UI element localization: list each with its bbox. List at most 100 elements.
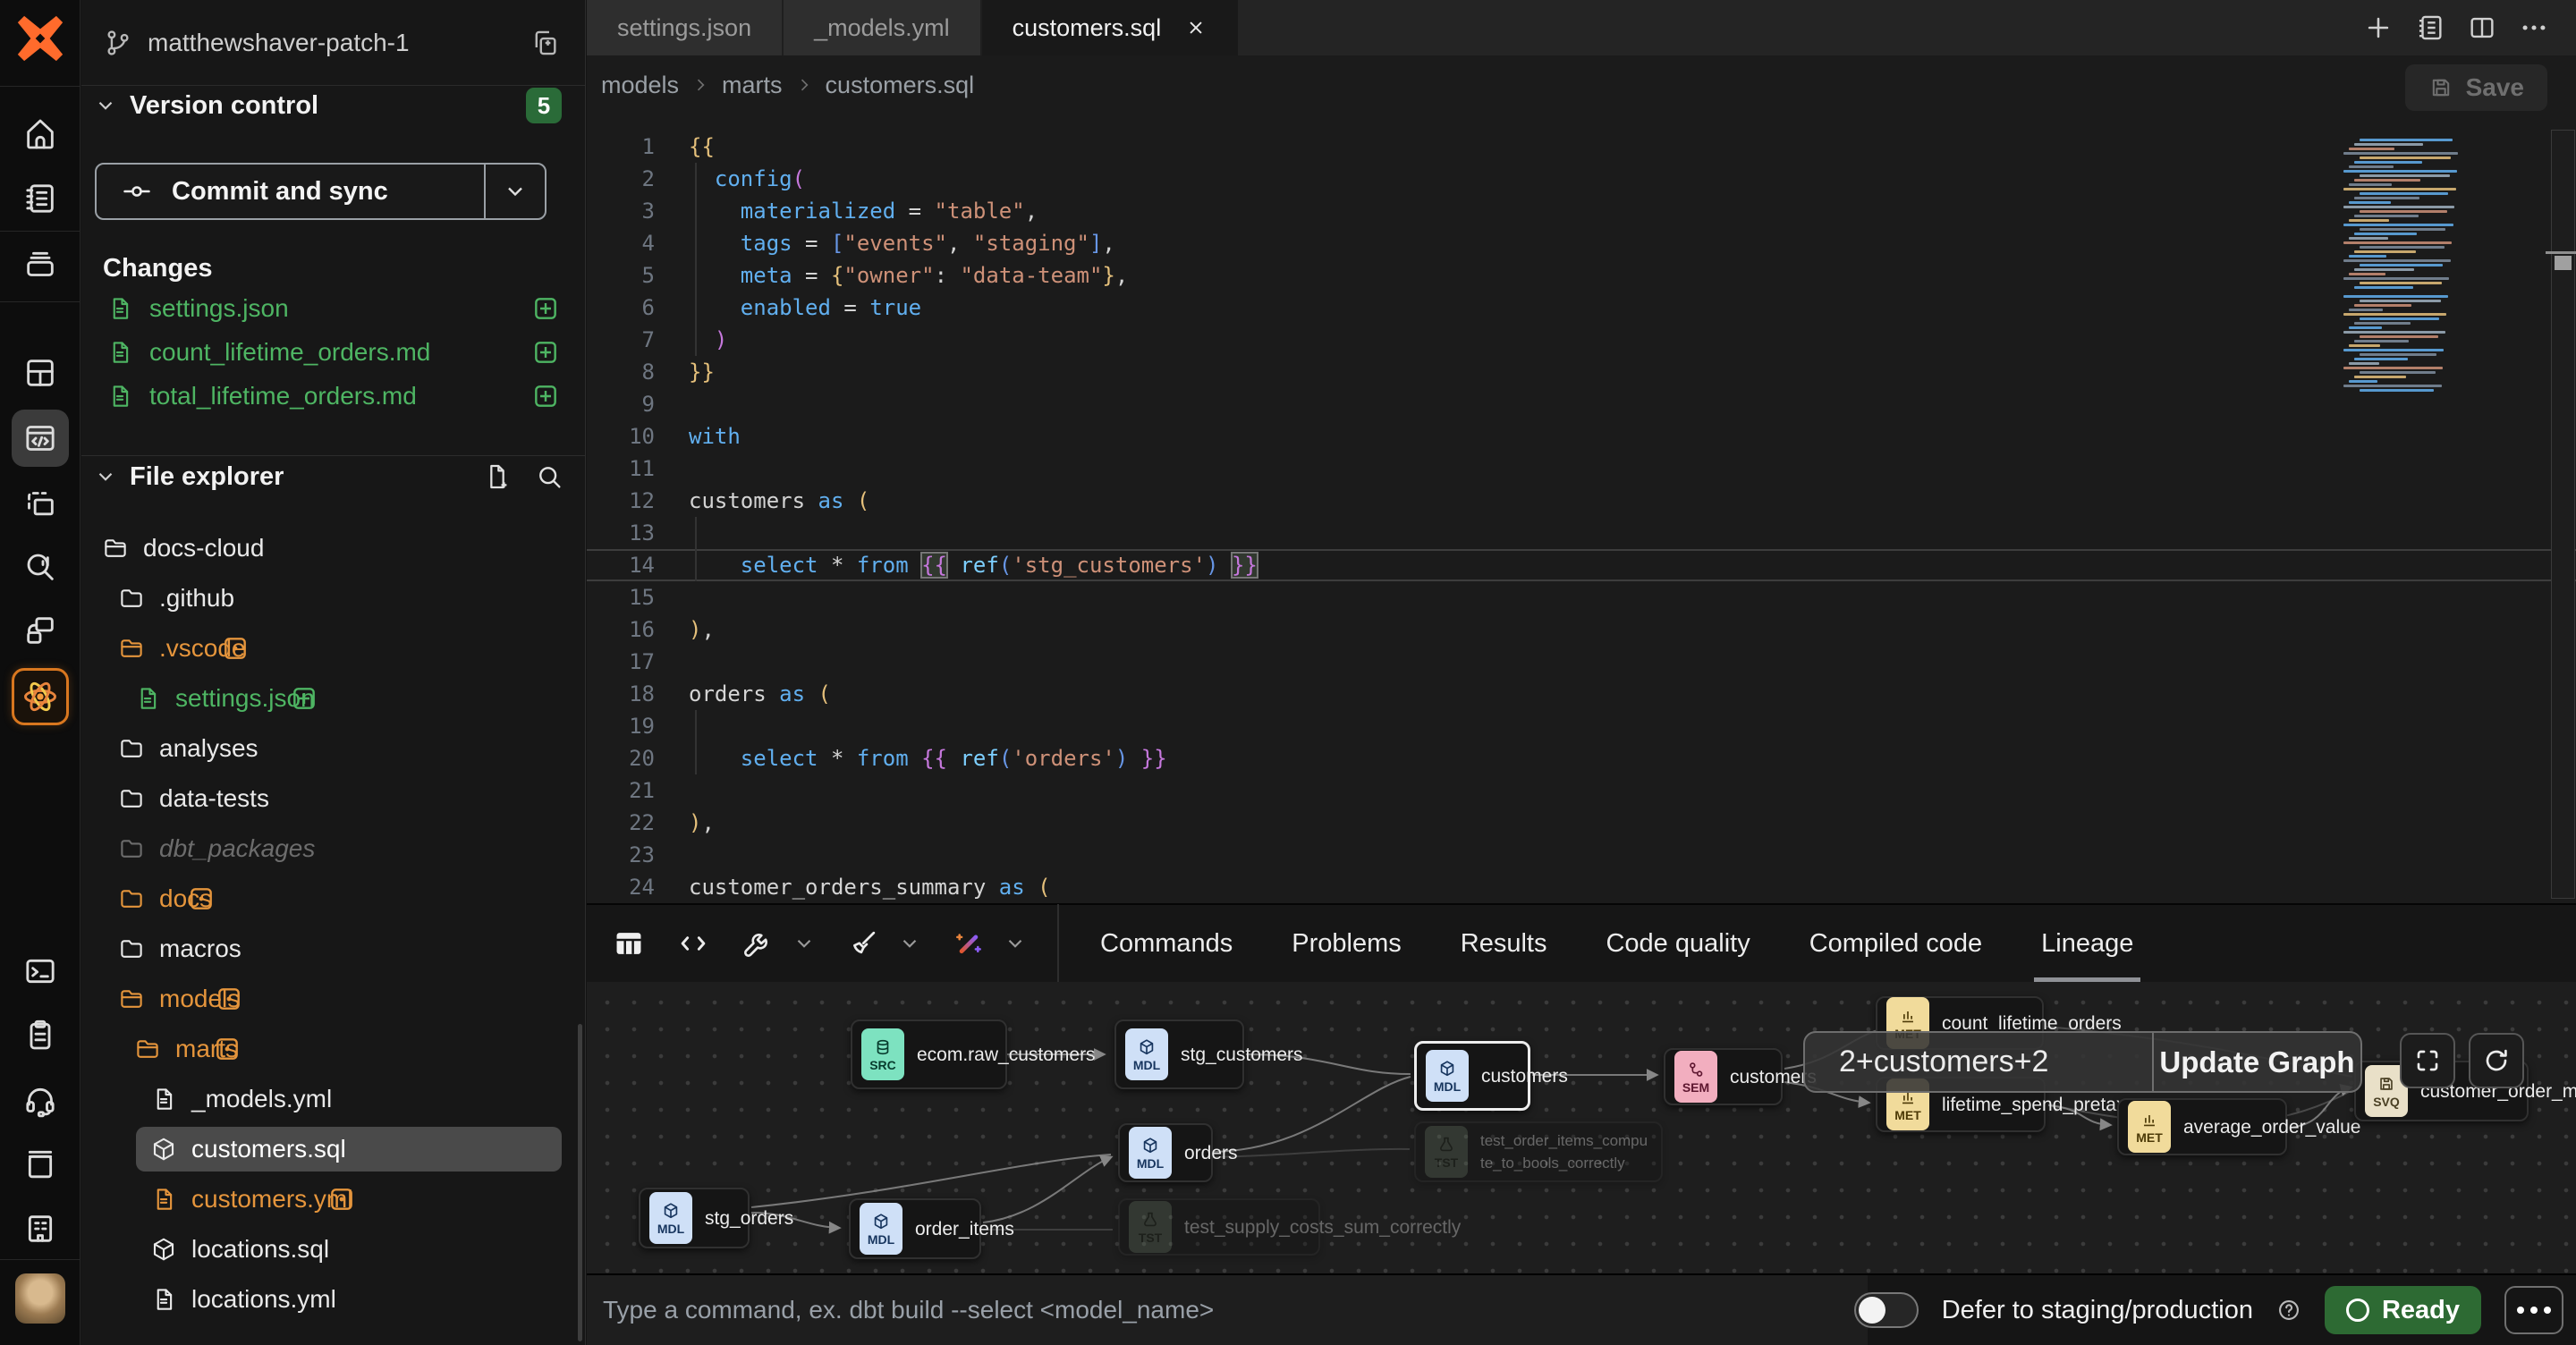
panel-tool-lint-broom-chevron[interactable]	[898, 932, 921, 955]
defer-toggle[interactable]	[1854, 1292, 1919, 1328]
close-tab-icon[interactable]	[1184, 16, 1208, 39]
tab-settings-json[interactable]: settings.json	[587, 0, 784, 55]
tab--models-yml[interactable]: _models.yml	[784, 0, 982, 55]
dbt-logo-icon[interactable]	[14, 13, 66, 64]
notebook-panel-icon[interactable]	[2415, 13, 2445, 43]
lineage-node-stg_orders[interactable]: MDLstg_orders	[639, 1188, 750, 1248]
lineage-node-stg_customers[interactable]: MDLstg_customers	[1114, 1019, 1244, 1089]
code-editor[interactable]: 1{{2 config(3 materialized = "table",4 t…	[587, 114, 2576, 903]
lineage-node-test_order_items[interactable]: TSTtest_order_items_compute_to_bools​_co…	[1414, 1121, 1663, 1182]
rail-item-clipboard[interactable]	[12, 1006, 69, 1063]
tree-item-customers-sql[interactable]: customers.sql	[81, 1127, 585, 1172]
tree-item--vscode[interactable]: .vscode	[81, 626, 585, 671]
panel-tab-compiled-code[interactable]: Compiled code	[1809, 904, 1982, 983]
more-options-icon[interactable]	[2519, 13, 2549, 43]
panel-tab-problems[interactable]: Problems	[1292, 904, 1402, 983]
copy-branch-icon[interactable]	[530, 28, 560, 58]
lineage-node-ecom_raw_customers[interactable]: SRCecom.raw_customers	[851, 1019, 1007, 1089]
save-button[interactable]: Save	[2405, 64, 2547, 111]
tree-item-locations-sql[interactable]: locations.sql	[81, 1227, 585, 1272]
split-editor-icon[interactable]	[2467, 13, 2497, 43]
commit-and-sync-button[interactable]: Commit and sync	[95, 163, 547, 220]
rail-item-docs-book[interactable]	[12, 1136, 69, 1193]
breadcrumb-segment[interactable]: models	[601, 72, 679, 99]
rail-item-home[interactable]	[12, 106, 69, 163]
changed-file-row[interactable]: total_lifetime_orders.md	[81, 375, 585, 418]
panel-tool-copilot-wand[interactable]	[952, 926, 986, 960]
commit-options-button[interactable]	[484, 165, 545, 218]
version-control-header[interactable]: Version control 5	[81, 86, 585, 125]
lineage-node-order_items[interactable]: MDLorder_items	[849, 1198, 981, 1259]
rail-item-dashboard[interactable]	[12, 344, 69, 402]
code-line-24: 24customer_orders_summary as (	[587, 871, 2576, 903]
rail-item-code-editor[interactable]	[12, 410, 69, 467]
panel-tab-lineage[interactable]: Lineage	[2041, 904, 2133, 983]
panel-tool-build-wrench[interactable]	[741, 926, 775, 960]
lineage-node-average_order_value[interactable]: METaverage_order_value	[2117, 1098, 2287, 1155]
panel-tab-results[interactable]: Results	[1461, 904, 1547, 983]
tree-item-marts[interactable]: marts	[81, 1027, 585, 1071]
stage-file-icon[interactable]	[531, 294, 560, 323]
tree-item-docs-cloud[interactable]: docs-cloud	[81, 526, 585, 571]
lineage-canvas[interactable]: SRCecom.raw_customersMDLstg_customersMDL…	[587, 982, 2576, 1273]
panel-tool-lint-broom[interactable]	[846, 926, 880, 960]
editor-scrollbar[interactable]	[2551, 130, 2575, 899]
rail-item-terminal[interactable]	[12, 943, 69, 1000]
status-more-button[interactable]	[2504, 1286, 2563, 1334]
rail-item-inbox[interactable]	[12, 235, 69, 292]
help-icon[interactable]	[2276, 1298, 2301, 1323]
lineage-node-orders[interactable]: MDLorders	[1118, 1123, 1213, 1182]
lineage-search-input[interactable]: 2+customers+2	[1805, 1033, 2152, 1091]
fullscreen-button[interactable]	[2400, 1033, 2455, 1088]
git-branch-row[interactable]: matthewshaver-patch-1	[81, 0, 585, 86]
tab-customers-sql[interactable]: customers.sql	[982, 0, 1239, 55]
update-graph-button[interactable]: Update Graph	[2152, 1033, 2360, 1091]
minimap[interactable]	[2343, 134, 2474, 393]
command-input[interactable]: Type a command, ex. dbt build --select <…	[587, 1275, 1868, 1345]
user-avatar[interactable]	[15, 1273, 65, 1324]
rail-item-notebook[interactable]	[12, 170, 69, 227]
tree-item-customers-yml[interactable]: customers.yml	[81, 1177, 585, 1222]
panel-tab-code-quality[interactable]: Code quality	[1606, 904, 1750, 983]
tree-item-dbt-packages[interactable]: dbt_packages	[81, 826, 585, 871]
tree-item-macros[interactable]: macros	[81, 926, 585, 971]
panel-tool-preview-table[interactable]	[612, 926, 646, 960]
rail-item-organization[interactable]	[12, 1200, 69, 1257]
panel-tab-commands[interactable]: Commands	[1100, 904, 1233, 983]
added-badge-icon	[290, 684, 318, 713]
rail-item-copilot[interactable]	[12, 668, 69, 725]
tree-item--models-yml[interactable]: _models.yml	[81, 1077, 585, 1121]
node-type-MDL-icon: MDL	[1125, 1028, 1168, 1080]
stage-file-icon[interactable]	[531, 338, 560, 367]
new-tab-icon[interactable]	[2363, 13, 2394, 43]
lineage-node-customers_semantic[interactable]: SEMcustomers	[1664, 1048, 1783, 1105]
stage-file-icon[interactable]	[531, 382, 560, 410]
tree-item-data-tests[interactable]: data-tests	[81, 776, 585, 821]
search-files-icon[interactable]	[535, 462, 564, 491]
tree-item-locations-yml[interactable]: locations.yml	[81, 1277, 585, 1322]
changed-file-row[interactable]: settings.json	[81, 287, 585, 330]
tree-item-docs[interactable]: docs	[81, 876, 585, 921]
node-label: orders	[1184, 1142, 1238, 1164]
lineage-node-customers_model[interactable]: MDLcustomers	[1414, 1041, 1530, 1111]
changed-file-row[interactable]: count_lifetime_orders.md	[81, 331, 585, 374]
breadcrumb-segment[interactable]: marts	[722, 72, 783, 99]
panel-tool-compile-code[interactable]	[676, 926, 710, 960]
rail-item-search-insights[interactable]	[12, 538, 69, 596]
refresh-graph-button[interactable]	[2469, 1033, 2524, 1088]
tree-item--github[interactable]: .github	[81, 576, 585, 621]
new-file-icon[interactable]	[483, 462, 512, 491]
panel-tool-build-wrench-chevron[interactable]	[792, 932, 816, 955]
tree-item-analyses[interactable]: analyses	[81, 726, 585, 771]
tree-item-models[interactable]: models	[81, 977, 585, 1021]
scrollbar-handle[interactable]	[2555, 256, 2572, 270]
sidebar-scrollbar[interactable]	[578, 1024, 582, 1341]
rail-item-windows[interactable]	[12, 602, 69, 659]
tree-item-settings-json[interactable]: settings.json	[81, 676, 585, 721]
lineage-node-test_supply[interactable]: TSTtest_supply_costs_sum_correctly	[1118, 1198, 1320, 1256]
breadcrumb-segment[interactable]: customers.sql	[826, 72, 975, 99]
rail-item-frame-select[interactable]	[12, 476, 69, 533]
rail-item-headset[interactable]	[12, 1071, 69, 1129]
status-ready-badge[interactable]: Ready	[2325, 1286, 2481, 1334]
panel-tool-copilot-wand-chevron[interactable]	[1004, 932, 1027, 955]
